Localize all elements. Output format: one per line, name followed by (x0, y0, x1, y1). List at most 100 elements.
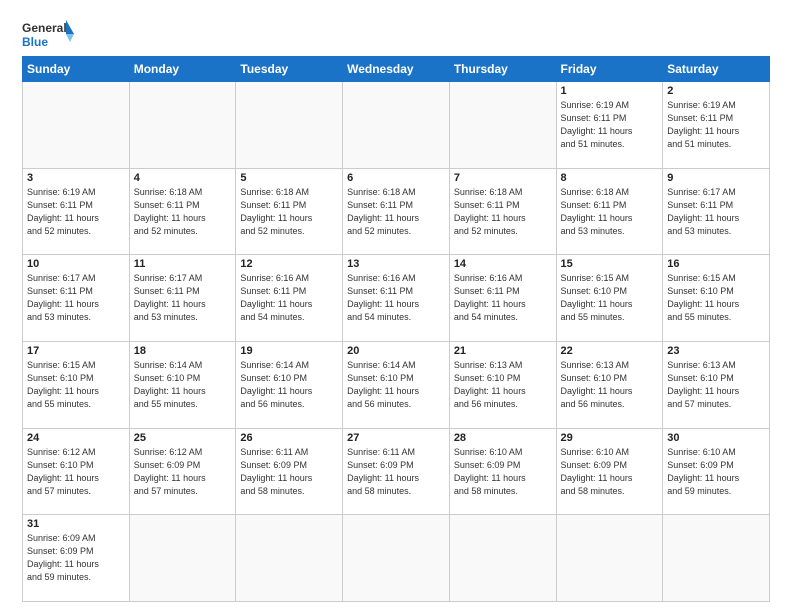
calendar-cell: 29Sunrise: 6:10 AMSunset: 6:09 PMDayligh… (556, 428, 663, 515)
day-info: Sunrise: 6:18 AMSunset: 6:11 PMDaylight:… (561, 186, 659, 238)
calendar-cell: 15 Sunrise: 6:15 AMSunset: 6:10 PMDayligh… (556, 255, 663, 342)
calendar-cell: 26Sunrise: 6:11 AMSunset: 6:09 PMDayligh… (236, 428, 343, 515)
day-info: Sunrise: 6:16 AMSunset: 6:11 PMDaylight:… (454, 272, 552, 324)
day-number: 22 (561, 345, 659, 357)
calendar-cell (449, 82, 556, 169)
day-info: Sunrise: 6:12 AMSunset: 6:10 PMDaylight:… (27, 446, 125, 498)
day-info: Sunrise: 6:14 AMSunset: 6:10 PMDaylight:… (134, 359, 232, 411)
calendar-cell: 24Sunrise: 6:12 AMSunset: 6:10 PMDayligh… (23, 428, 130, 515)
calendar-table: SundayMondayTuesdayWednesdayThursdayFrid… (22, 56, 770, 602)
day-number: 20 (347, 345, 445, 357)
logo-svg: General Blue (22, 18, 74, 50)
week-row-4: 24Sunrise: 6:12 AMSunset: 6:10 PMDayligh… (23, 428, 770, 515)
day-info: Sunrise: 6:18 AMSunset: 6:11 PMDaylight:… (134, 186, 232, 238)
day-number: 19 (240, 345, 338, 357)
day-info: Sunrise: 6:16 AMSunset: 6:11 PMDaylight:… (347, 272, 445, 324)
day-number: 16 (667, 258, 765, 270)
calendar-cell: 12Sunrise: 6:16 AMSunset: 6:11 PMDayligh… (236, 255, 343, 342)
calendar-cell: 19 Sunrise: 6:14 AMSunset: 6:10 PMDayligh… (236, 341, 343, 428)
weekday-header-wednesday: Wednesday (343, 57, 450, 82)
day-info: Sunrise: 6:13 AMSunset: 6:10 PMDaylight:… (454, 359, 552, 411)
day-number: 18 (134, 345, 232, 357)
logo: General Blue (22, 18, 74, 50)
day-number: 6 (347, 172, 445, 184)
day-number: 31 (27, 518, 125, 530)
day-number: 3 (27, 172, 125, 184)
day-number: 7 (454, 172, 552, 184)
week-row-1: 3 Sunrise: 6:19 AMSunset: 6:11 PMDaylight… (23, 168, 770, 255)
calendar-cell: 13 Sunrise: 6:16 AMSunset: 6:11 PMDayligh… (343, 255, 450, 342)
day-info: Sunrise: 6:14 AMSunset: 6:10 PMDaylight:… (240, 359, 338, 411)
header: General Blue (22, 18, 770, 50)
day-info: Sunrise: 6:11 AMSunset: 6:09 PMDaylight:… (347, 446, 445, 498)
calendar-cell: 31 Sunrise: 6:09 AMSunset: 6:09 PMDayligh… (23, 515, 130, 602)
day-number: 27 (347, 432, 445, 444)
page: General Blue SundayMondayTuesdayWednesda… (0, 0, 792, 612)
calendar-cell: 22 Sunrise: 6:13 AMSunset: 6:10 PMDayligh… (556, 341, 663, 428)
day-info: Sunrise: 6:10 AMSunset: 6:09 PMDaylight:… (454, 446, 552, 498)
day-number: 28 (454, 432, 552, 444)
calendar-cell (663, 515, 770, 602)
calendar-cell (343, 515, 450, 602)
day-number: 12 (240, 258, 338, 270)
week-row-2: 10 Sunrise: 6:17 AMSunset: 6:11 PMDayligh… (23, 255, 770, 342)
day-info: Sunrise: 6:17 AMSunset: 6:11 PMDaylight:… (27, 272, 125, 324)
weekday-header-tuesday: Tuesday (236, 57, 343, 82)
day-number: 17 (27, 345, 125, 357)
svg-text:General: General (22, 21, 67, 35)
calendar-cell: 2Sunrise: 6:19 AMSunset: 6:11 PMDaylight… (663, 82, 770, 169)
day-number: 13 (347, 258, 445, 270)
day-info: Sunrise: 6:15 AMSunset: 6:10 PMDaylight:… (561, 272, 659, 324)
day-number: 29 (561, 432, 659, 444)
calendar-cell: 9 Sunrise: 6:17 AMSunset: 6:11 PMDaylight… (663, 168, 770, 255)
week-row-0: 1 Sunrise: 6:19 AMSunset: 6:11 PMDaylight… (23, 82, 770, 169)
calendar-cell: 20 Sunrise: 6:14 AMSunset: 6:10 PMDayligh… (343, 341, 450, 428)
calendar-cell: 6 Sunrise: 6:18 AMSunset: 6:11 PMDaylight… (343, 168, 450, 255)
day-info: Sunrise: 6:15 AMSunset: 6:10 PMDaylight:… (27, 359, 125, 411)
calendar-cell (23, 82, 130, 169)
calendar-cell (236, 82, 343, 169)
calendar-cell: 4Sunrise: 6:18 AMSunset: 6:11 PMDaylight… (129, 168, 236, 255)
day-info: Sunrise: 6:17 AMSunset: 6:11 PMDaylight:… (134, 272, 232, 324)
weekday-header-sunday: Sunday (23, 57, 130, 82)
calendar-cell: 7 Sunrise: 6:18 AMSunset: 6:11 PMDaylight… (449, 168, 556, 255)
day-number: 15 (561, 258, 659, 270)
calendar-cell: 8Sunrise: 6:18 AMSunset: 6:11 PMDaylight… (556, 168, 663, 255)
day-info: Sunrise: 6:18 AMSunset: 6:11 PMDaylight:… (347, 186, 445, 238)
day-info: Sunrise: 6:10 AMSunset: 6:09 PMDaylight:… (667, 446, 765, 498)
day-info: Sunrise: 6:18 AMSunset: 6:11 PMDaylight:… (454, 186, 552, 238)
day-info: Sunrise: 6:13 AMSunset: 6:10 PMDaylight:… (667, 359, 765, 411)
day-number: 30 (667, 432, 765, 444)
day-info: Sunrise: 6:12 AMSunset: 6:09 PMDaylight:… (134, 446, 232, 498)
day-info: Sunrise: 6:19 AMSunset: 6:11 PMDaylight:… (561, 99, 659, 151)
day-number: 23 (667, 345, 765, 357)
day-number: 14 (454, 258, 552, 270)
calendar-cell (236, 515, 343, 602)
day-number: 10 (27, 258, 125, 270)
calendar-cell: 27 Sunrise: 6:11 AMSunset: 6:09 PMDayligh… (343, 428, 450, 515)
day-info: Sunrise: 6:18 AMSunset: 6:11 PMDaylight:… (240, 186, 338, 238)
calendar-cell: 18 Sunrise: 6:14 AMSunset: 6:10 PMDayligh… (129, 341, 236, 428)
calendar-cell (556, 515, 663, 602)
calendar-cell: 11 Sunrise: 6:17 AMSunset: 6:11 PMDayligh… (129, 255, 236, 342)
calendar-cell: 16Sunrise: 6:15 AMSunset: 6:10 PMDayligh… (663, 255, 770, 342)
calendar-cell: 14 Sunrise: 6:16 AMSunset: 6:11 PMDayligh… (449, 255, 556, 342)
day-number: 21 (454, 345, 552, 357)
day-number: 9 (667, 172, 765, 184)
calendar-cell: 10 Sunrise: 6:17 AMSunset: 6:11 PMDayligh… (23, 255, 130, 342)
day-info: Sunrise: 6:14 AMSunset: 6:10 PMDaylight:… (347, 359, 445, 411)
day-info: Sunrise: 6:13 AMSunset: 6:10 PMDaylight:… (561, 359, 659, 411)
day-number: 1 (561, 85, 659, 97)
day-info: Sunrise: 6:09 AMSunset: 6:09 PMDaylight:… (27, 532, 125, 584)
calendar-cell: 25Sunrise: 6:12 AMSunset: 6:09 PMDayligh… (129, 428, 236, 515)
calendar-cell: 1 Sunrise: 6:19 AMSunset: 6:11 PMDaylight… (556, 82, 663, 169)
calendar-cell: 23 Sunrise: 6:13 AMSunset: 6:10 PMDayligh… (663, 341, 770, 428)
weekday-header-thursday: Thursday (449, 57, 556, 82)
day-number: 26 (240, 432, 338, 444)
day-number: 11 (134, 258, 232, 270)
day-info: Sunrise: 6:17 AMSunset: 6:11 PMDaylight:… (667, 186, 765, 238)
calendar-cell: 3 Sunrise: 6:19 AMSunset: 6:11 PMDaylight… (23, 168, 130, 255)
calendar-cell (449, 515, 556, 602)
calendar-cell: 17 Sunrise: 6:15 AMSunset: 6:10 PMDayligh… (23, 341, 130, 428)
day-info: Sunrise: 6:19 AMSunset: 6:11 PMDaylight:… (27, 186, 125, 238)
